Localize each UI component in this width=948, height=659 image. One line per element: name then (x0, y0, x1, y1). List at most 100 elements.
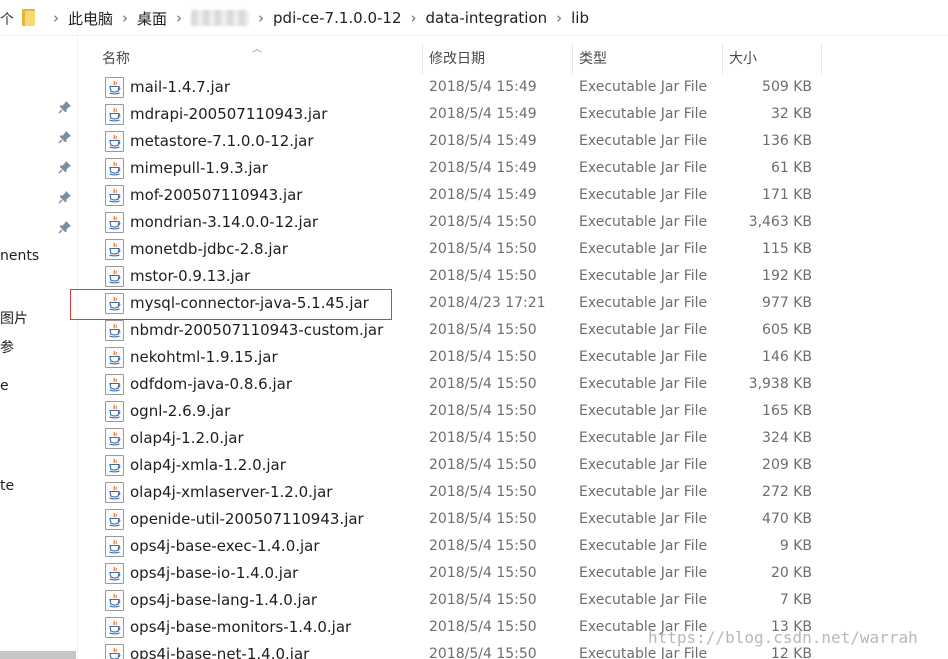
file-date: 2018/5/4 15:49 (429, 160, 537, 176)
breadcrumb: › 此电脑 › 桌面 › › pdi-ce-7.1.0.0-12 › data-… (44, 8, 589, 28)
file-name: monetdb-jdbc-2.8.jar (130, 240, 288, 258)
file-name: mysql-connector-java-5.1.45.jar (130, 294, 369, 312)
file-row[interactable]: monetdb-jdbc-2.8.jar 2018/5/4 15:50 Execut… (78, 236, 948, 263)
java-jar-icon (105, 455, 124, 476)
breadcrumb-desktop[interactable]: 桌面 (137, 8, 167, 29)
file-name: mstor-0.9.13.jar (130, 267, 251, 285)
file-row[interactable]: olap4j-xmla-1.2.0.jar 2018/5/4 15:50 Execu… (78, 452, 948, 479)
file-type: Executable Jar File (579, 592, 708, 608)
file-name: mof-200507110943.jar (130, 186, 303, 204)
chevron-right-icon[interactable]: › (53, 8, 59, 28)
file-name: ops4j-base-monitors-1.4.0.jar (130, 618, 352, 636)
file-name: nbmdr-200507110943-custom.jar (130, 321, 384, 339)
file-type: Executable Jar File (579, 538, 708, 554)
chevron-right-icon[interactable]: › (556, 8, 562, 28)
java-jar-icon (105, 617, 124, 638)
file-row[interactable]: mondrian-3.14.0.0-12.jar 2018/5/4 15:50 Ex… (78, 209, 948, 236)
file-date: 2018/5/4 15:50 (429, 430, 537, 446)
file-row[interactable]: mstor-0.9.13.jar 2018/5/4 15:50 Executable… (78, 263, 948, 290)
file-size: 12 KB (770, 646, 812, 659)
chevron-right-icon[interactable]: › (176, 8, 182, 28)
pin-icon[interactable] (58, 220, 72, 234)
file-row[interactable]: mimepull-1.9.3.jar 2018/5/4 15:49 Executab… (78, 155, 948, 182)
nav-item-partial-e[interactable]: e (0, 378, 9, 394)
navigation-pane[interactable]: nents 图片 参 e te (0, 36, 78, 659)
file-row[interactable]: openide-util-200507110943.jar 2018/5/4 15… (78, 506, 948, 533)
breadcrumb-lib[interactable]: lib (571, 9, 589, 27)
file-row[interactable]: olap4j-xmlaserver-1.2.0.jar 2018/5/4 15:5… (78, 479, 948, 506)
folder-icon (22, 9, 35, 26)
java-jar-icon (105, 131, 124, 152)
java-jar-icon (105, 185, 124, 206)
column-header-name[interactable]: 名称 (98, 44, 420, 74)
chevron-right-icon[interactable]: › (411, 8, 417, 28)
file-date: 2018/5/4 15:50 (429, 376, 537, 392)
column-divider[interactable] (722, 44, 723, 74)
file-type: Executable Jar File (579, 484, 708, 500)
column-divider[interactable] (422, 44, 423, 74)
file-size: 509 KB (762, 79, 812, 95)
file-date: 2018/5/4 15:50 (429, 349, 537, 365)
file-type: Executable Jar File (579, 295, 708, 311)
file-date: 2018/4/23 17:21 (429, 295, 546, 311)
column-divider[interactable] (572, 44, 573, 74)
file-type: Executable Jar File (579, 349, 708, 365)
column-header-size[interactable]: 大小 (725, 44, 819, 74)
file-row[interactable]: mail-1.4.7.jar 2018/5/4 15:49 Executable J… (78, 74, 948, 101)
chevron-right-icon[interactable]: › (122, 8, 128, 28)
file-size: 165 KB (762, 403, 812, 419)
file-date: 2018/5/4 15:50 (429, 511, 537, 527)
pin-icon[interactable] (58, 190, 72, 204)
file-name: ops4j-base-io-1.4.0.jar (130, 564, 299, 582)
file-row[interactable]: ops4j-base-io-1.4.0.jar 2018/5/4 15:50 Exe… (78, 560, 948, 587)
file-name: ops4j-base-exec-1.4.0.jar (130, 537, 320, 555)
file-date: 2018/5/4 15:49 (429, 79, 537, 95)
file-date: 2018/5/4 15:50 (429, 322, 537, 338)
file-type: Executable Jar File (579, 403, 708, 419)
file-row[interactable]: nekohtml-1.9.15.jar 2018/5/4 15:50 Executa… (78, 344, 948, 371)
file-row[interactable]: odfdom-java-0.8.6.jar 2018/5/4 15:50 Execu… (78, 371, 948, 398)
address-bar[interactable]: 个 › 此电脑 › 桌面 › › pdi-ce-7.1.0.0-12 › dat… (0, 0, 948, 36)
breadcrumb-pdi[interactable]: pdi-ce-7.1.0.0-12 (273, 9, 402, 27)
file-name: ognl-2.6.9.jar (130, 402, 231, 420)
nav-item-documents[interactable]: nents (0, 248, 39, 264)
file-row[interactable]: ops4j-base-exec-1.4.0.jar 2018/5/4 15:50 E… (78, 533, 948, 560)
file-row[interactable]: mof-200507110943.jar 2018/5/4 15:49 Execut… (78, 182, 948, 209)
breadcrumb-redacted[interactable] (191, 10, 250, 26)
java-jar-icon (105, 77, 124, 98)
file-date: 2018/5/4 15:49 (429, 106, 537, 122)
file-size: 470 KB (762, 511, 812, 527)
java-jar-icon (105, 347, 124, 368)
file-row[interactable]: mdrapi-200507110943.jar 2018/5/4 15:49 Exe… (78, 101, 948, 128)
nav-item-partial-te[interactable]: te (0, 478, 14, 494)
file-size: 146 KB (762, 349, 812, 365)
column-header-type[interactable]: 类型 (575, 44, 721, 74)
java-jar-icon (105, 320, 124, 341)
java-jar-icon (105, 482, 124, 503)
file-size: 61 KB (770, 160, 812, 176)
nav-item-pictures[interactable]: 图片 (0, 308, 28, 328)
file-name: olap4j-xmlaserver-1.2.0.jar (130, 483, 333, 501)
nav-horizontal-scrollbar[interactable] (0, 651, 76, 659)
pin-icon[interactable] (58, 160, 72, 174)
breadcrumb-data-integration[interactable]: data-integration (426, 9, 548, 27)
file-row[interactable]: ops4j-base-lang-1.4.0.jar 2018/5/4 15:50 E… (78, 587, 948, 614)
address-cut-glyph: 个 (0, 12, 14, 28)
file-row[interactable]: nbmdr-200507110943-custom.jar 2018/5/4 15… (78, 317, 948, 344)
pin-icon[interactable] (58, 100, 72, 114)
file-row[interactable]: mysql-connector-java-5.1.45.jar 2018/4/23… (78, 290, 948, 317)
column-divider[interactable] (821, 44, 822, 74)
file-row[interactable]: metastore-7.1.0.0-12.jar 2018/5/4 15:49 Ex… (78, 128, 948, 155)
file-date: 2018/5/4 15:50 (429, 565, 537, 581)
file-row[interactable]: ognl-2.6.9.jar 2018/5/4 15:50 Executable J… (78, 398, 948, 425)
column-header-date[interactable]: 修改日期 (425, 44, 571, 74)
file-name: nekohtml-1.9.15.jar (130, 348, 278, 366)
file-row[interactable]: olap4j-1.2.0.jar 2018/5/4 15:50 Executable… (78, 425, 948, 452)
nav-item-partial[interactable]: 参 (0, 337, 14, 357)
breadcrumb-this-pc[interactable]: 此电脑 (68, 8, 113, 29)
java-jar-icon (105, 293, 124, 314)
file-type: Executable Jar File (579, 214, 708, 230)
file-type: Executable Jar File (579, 79, 708, 95)
pin-icon[interactable] (58, 130, 72, 144)
chevron-right-icon[interactable]: › (258, 8, 264, 28)
